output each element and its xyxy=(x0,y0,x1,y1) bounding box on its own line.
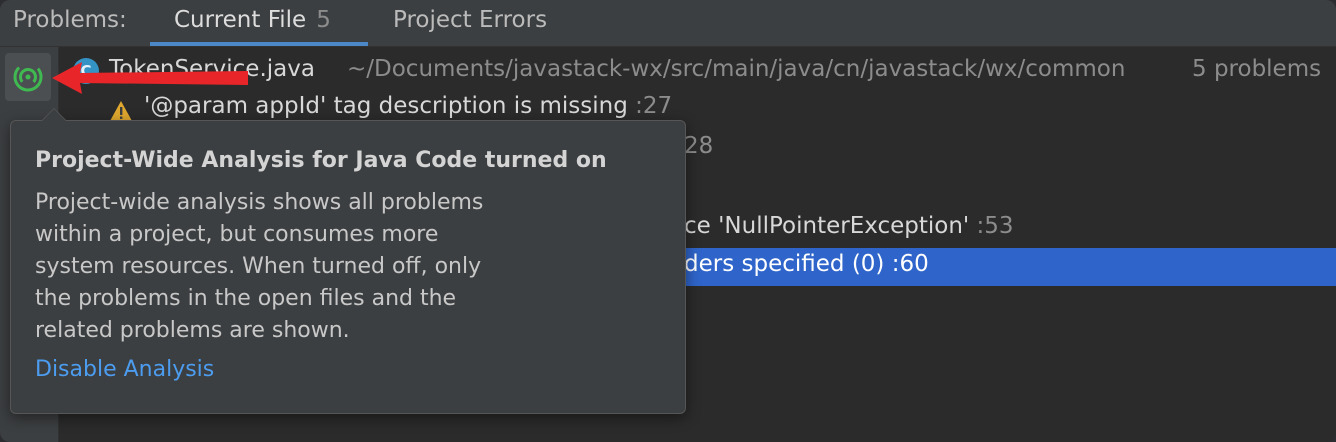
disable-analysis-link[interactable]: Disable Analysis xyxy=(35,357,214,382)
tab-current-file[interactable]: Current File 5 xyxy=(174,7,331,33)
tooltip-body-line: system resources. When turned off, only xyxy=(35,254,482,279)
problems-panel: Problems: Current File 5 Project Errors C… xyxy=(0,0,1336,442)
problem-line: :27 xyxy=(635,93,673,119)
tab-selected-indicator xyxy=(150,42,368,46)
tab-current-file-count: 5 xyxy=(316,7,331,33)
file-node-row[interactable]: C TokenService.java ~/Documents/javastac… xyxy=(59,50,1336,88)
problem-text: 28 xyxy=(684,133,713,159)
panel-title: Problems: xyxy=(13,7,127,33)
tooltip-body-line: related problems are shown. xyxy=(35,318,350,343)
problem-text: ders specified (0) :60 xyxy=(684,251,929,277)
problem-message: ce 'NullPointerException' xyxy=(684,213,970,239)
problem-line: 28 xyxy=(684,133,714,159)
tooltip-body: Project-wide analysis shows all problems… xyxy=(35,187,595,347)
red-arrow-annotation xyxy=(52,62,248,94)
analysis-icon xyxy=(13,62,43,92)
project-wide-analysis-toggle-button[interactable] xyxy=(5,53,51,101)
problem-line: :53 xyxy=(976,213,1014,239)
tooltip-title: Project-Wide Analysis for Java Code turn… xyxy=(35,148,607,173)
tab-current-file-label: Current File xyxy=(174,7,307,33)
tab-project-errors[interactable]: Project Errors xyxy=(393,7,547,33)
analysis-tooltip: Project-Wide Analysis for Java Code turn… xyxy=(10,108,686,414)
tooltip-body-line: within a project, but consumes more xyxy=(35,222,439,247)
file-problem-count: 5 problems xyxy=(1192,56,1322,82)
warning-icon xyxy=(110,101,132,121)
problem-text: ce 'NullPointerException' :53 xyxy=(684,213,1014,239)
tooltip-pointer xyxy=(41,108,67,121)
file-path: ~/Documents/javastack-wx/src/main/java/c… xyxy=(347,56,1126,82)
problems-header: Problems: Current File 5 Project Errors xyxy=(0,0,1336,47)
tooltip-body-line: the problems in the open files and the xyxy=(35,286,457,311)
tooltip-body-line: Project-wide analysis shows all problems xyxy=(35,190,484,215)
